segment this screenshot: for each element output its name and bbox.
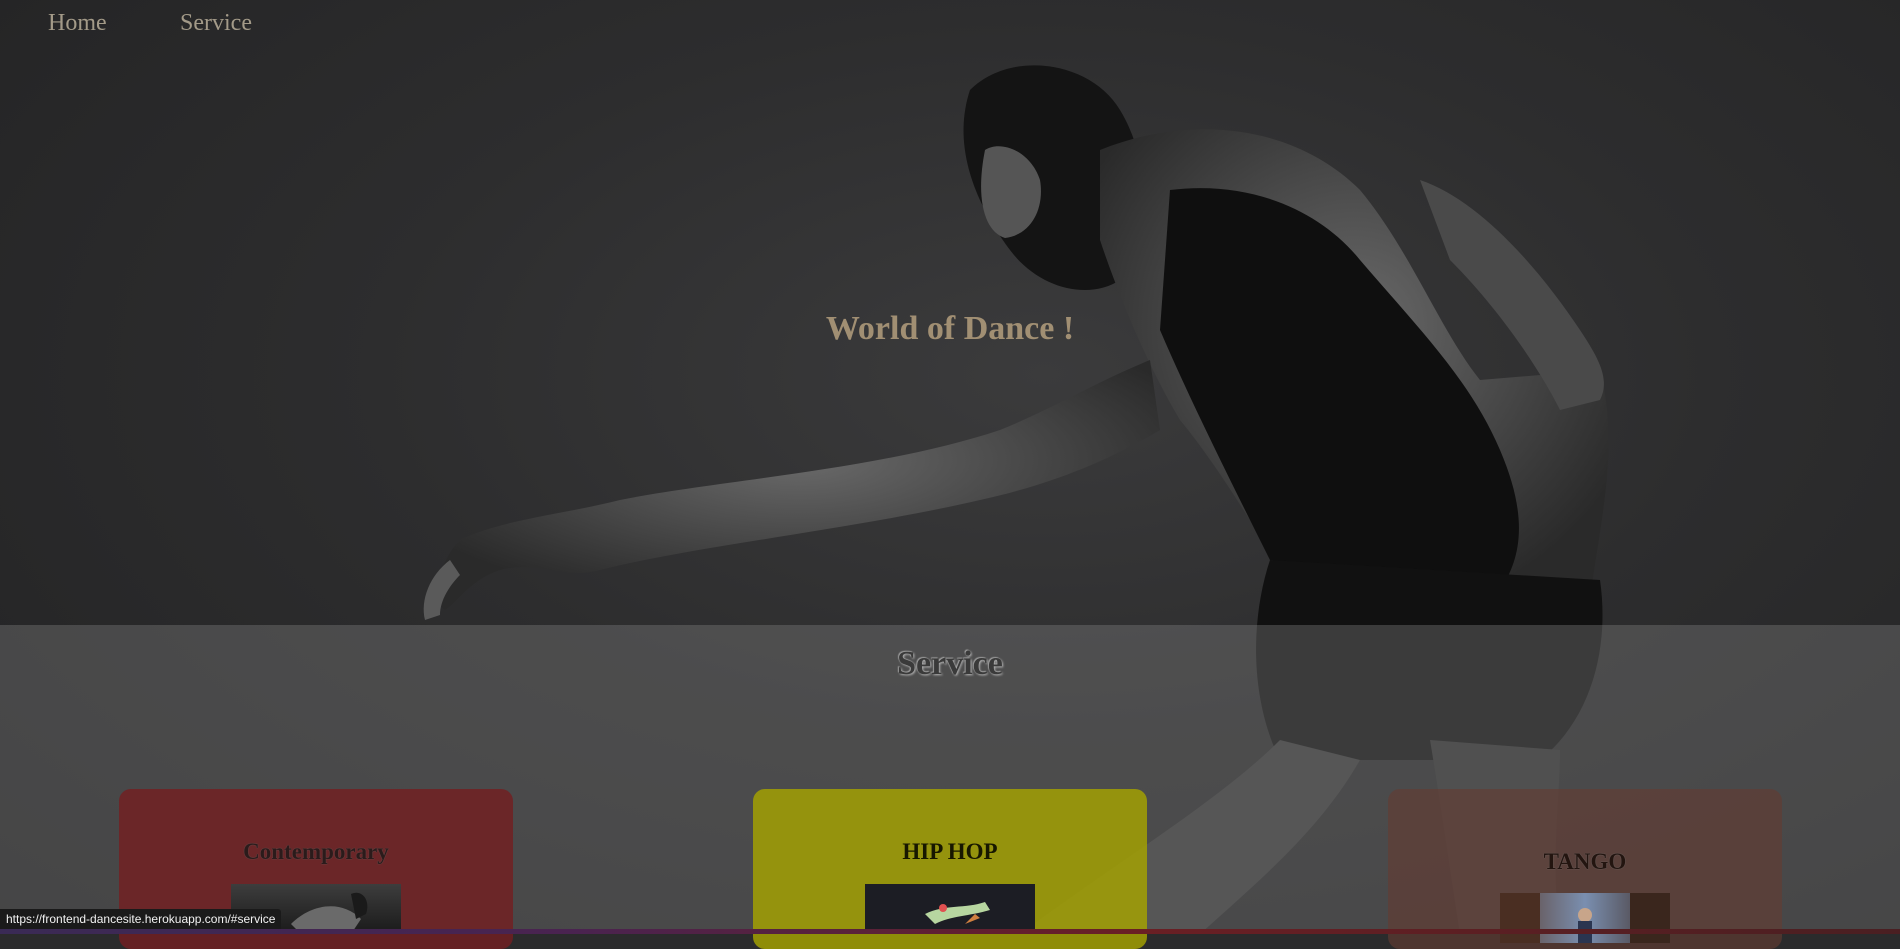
bottom-edge-strip [0, 929, 1900, 934]
status-bar-url: https://frontend-dancesite.herokuapp.com… [0, 909, 282, 929]
service-section-title: Service [897, 645, 1003, 682]
service-card-title: TANGO [1543, 849, 1627, 874]
hero-title: World of Dance ! [825, 310, 1075, 347]
nav-link-service[interactable]: Service [180, 10, 252, 37]
service-card-title: HIP HOP [902, 839, 998, 864]
service-card-image [865, 884, 1035, 934]
service-section: Service Contemporary HIP HOP TANGO [0, 625, 1900, 949]
service-card-image [1500, 893, 1670, 943]
service-card-tango[interactable]: TANGO [1388, 789, 1782, 949]
service-card-hip-hop[interactable]: HIP HOP [753, 789, 1147, 949]
service-card-title: Contemporary [243, 839, 389, 864]
nav-link-home[interactable]: Home [48, 10, 107, 37]
top-navigation: Home Service [0, 0, 1900, 52]
